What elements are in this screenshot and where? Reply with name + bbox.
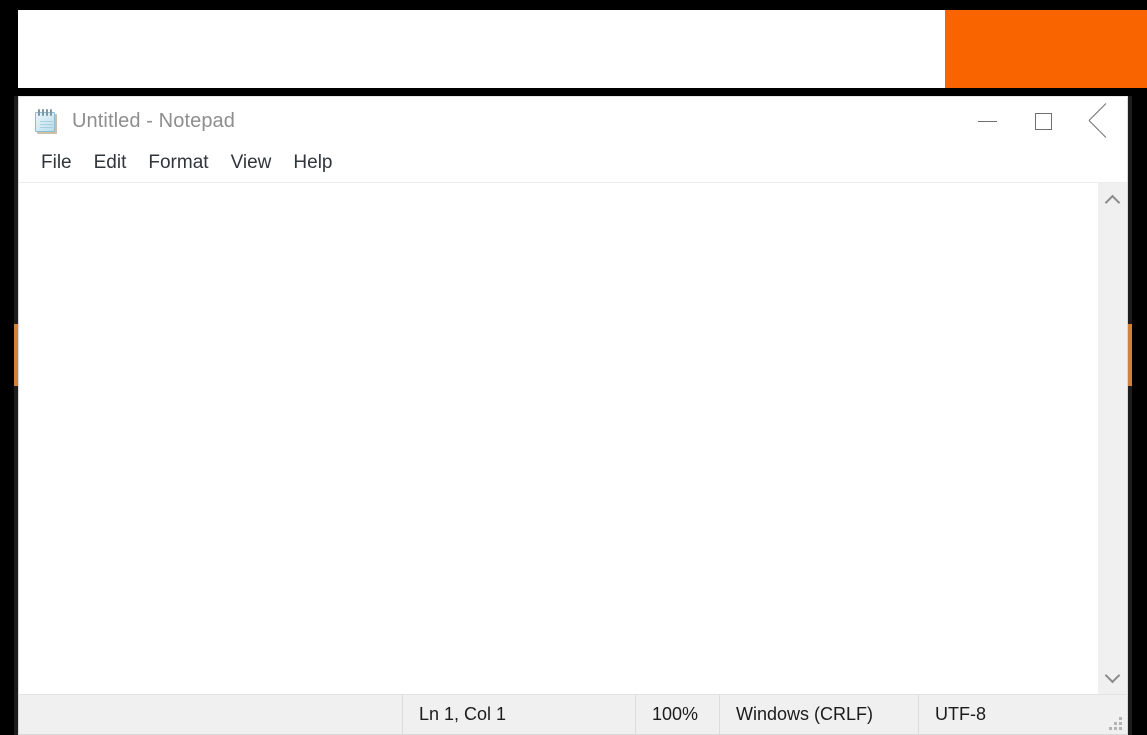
menu-item-format[interactable]: Format <box>137 150 219 177</box>
background-orange-block <box>945 10 1147 88</box>
close-button[interactable] <box>1071 97 1127 145</box>
minimize-button[interactable] <box>959 97 1015 145</box>
resize-grip-icon[interactable] <box>1109 717 1122 730</box>
vertical-scrollbar[interactable] <box>1097 183 1127 694</box>
close-icon <box>1089 111 1109 131</box>
status-encoding[interactable]: UTF-8 <box>918 695 1127 734</box>
background-sliver-right <box>1128 96 1132 735</box>
window-title: Untitled - Notepad <box>72 109 236 132</box>
text-editor[interactable] <box>19 183 1097 694</box>
status-line-ending[interactable]: Windows (CRLF) <box>719 695 918 734</box>
minimize-icon <box>977 120 997 122</box>
chevron-down-icon <box>1104 667 1121 683</box>
status-zoom-level[interactable]: 100% <box>635 695 719 734</box>
screen-root: Untitled - Notepad File Edit Format View… <box>0 0 1147 735</box>
status-bar-spacer <box>19 695 402 734</box>
maximize-button[interactable] <box>1015 97 1071 145</box>
menu-item-view[interactable]: View <box>220 150 283 177</box>
status-bar: Ln 1, Col 1 100% Windows (CRLF) UTF-8 <box>19 694 1127 734</box>
status-cursor-position: Ln 1, Col 1 <box>402 695 635 734</box>
menu-item-file[interactable]: File <box>30 150 83 177</box>
scroll-down-button[interactable] <box>1098 660 1128 694</box>
scrollbar-track[interactable] <box>1098 217 1128 660</box>
maximize-icon <box>1034 112 1052 130</box>
menu-item-edit[interactable]: Edit <box>83 150 138 177</box>
menu-bar: File Edit Format View Help <box>19 145 1127 183</box>
window-controls <box>959 97 1127 145</box>
chevron-up-icon <box>1104 194 1121 210</box>
menu-item-help[interactable]: Help <box>282 150 343 177</box>
editor-area <box>19 183 1127 694</box>
background-sliver-accent-right <box>1128 324 1132 386</box>
notepad-icon <box>33 108 59 134</box>
notepad-window: Untitled - Notepad File Edit Format View… <box>18 96 1128 735</box>
scroll-up-button[interactable] <box>1098 183 1128 217</box>
title-bar[interactable]: Untitled - Notepad <box>19 97 1127 145</box>
